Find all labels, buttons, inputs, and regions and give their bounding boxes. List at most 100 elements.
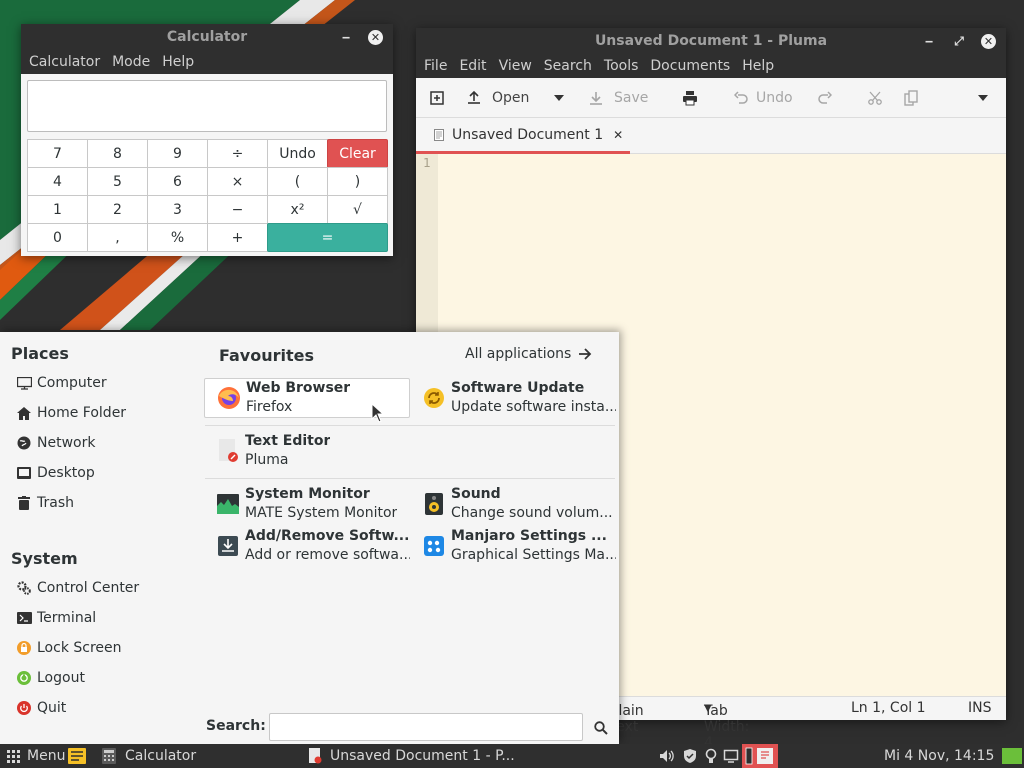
calc-key[interactable]: ,	[87, 223, 148, 252]
task-label: Calculator	[125, 748, 197, 764]
gear-icon	[16, 580, 32, 596]
system-lock-screen[interactable]: Lock Screen	[16, 637, 122, 659]
calc-key[interactable]: 1	[27, 195, 88, 224]
favourite-add-remove-software[interactable]: Add/Remove Softw... Add or remove softwa.…	[204, 526, 410, 566]
calc-key[interactable]: −	[207, 195, 268, 224]
power-icon	[16, 700, 32, 716]
menu-tools[interactable]: Tools	[598, 58, 645, 74]
calc-key[interactable]: %	[147, 223, 208, 252]
calc-key[interactable]: 3	[147, 195, 208, 224]
menu-documents[interactable]: Documents	[644, 58, 736, 74]
close-button[interactable]: ✕	[981, 34, 996, 49]
pluma-titlebar[interactable]: Unsaved Document 1 - Pluma ‒ ⤢ ✕	[416, 28, 1006, 54]
calc-key[interactable]: ÷	[207, 139, 268, 168]
calc-key[interactable]: 0	[27, 223, 88, 252]
undo-key[interactable]: Undo	[267, 139, 328, 168]
open-button[interactable]: Open	[466, 78, 529, 118]
favourite-desc: Pluma	[245, 452, 289, 468]
tab-close-icon[interactable]: ✕	[613, 128, 623, 142]
calc-key[interactable]: 5	[87, 167, 148, 196]
cut-button[interactable]	[868, 78, 882, 118]
menu-search[interactable]: Search	[538, 58, 598, 74]
launcher-notes[interactable]	[68, 744, 86, 768]
save-button[interactable]: Save	[588, 78, 648, 118]
favourite-text-editor[interactable]: Text Editor Pluma	[204, 431, 410, 471]
place-desktop[interactable]: Desktop	[16, 462, 95, 484]
tab-unsaved-document-1[interactable]: Unsaved Document 1 ✕	[416, 118, 630, 154]
minimize-button[interactable]: ‒	[920, 32, 938, 50]
new-document-button[interactable]	[430, 78, 444, 118]
favourite-system-monitor[interactable]: System Monitor MATE System Monitor	[204, 484, 410, 524]
task-calculator[interactable]: Calculator	[102, 744, 196, 768]
save-label: Save	[614, 89, 649, 106]
favourite-software-update[interactable]: Software Update Update software insta...	[410, 378, 616, 418]
calc-key[interactable]: x²	[267, 195, 328, 224]
place-trash[interactable]: Trash	[16, 492, 74, 514]
calc-key[interactable]: (	[267, 167, 328, 196]
favourite-manjaro-settings[interactable]: Manjaro Settings ... Graphical Settings M…	[410, 526, 616, 566]
clear-key[interactable]: Clear	[327, 139, 388, 168]
calc-key[interactable]: 8	[87, 139, 148, 168]
minimize-button[interactable]: ‒	[337, 28, 355, 46]
security-tray-button[interactable]	[682, 744, 698, 768]
calc-key[interactable]: ×	[207, 167, 268, 196]
calc-key[interactable]: 7	[27, 139, 88, 168]
calc-key[interactable]: 4	[27, 167, 88, 196]
calc-key[interactable]: 2	[87, 195, 148, 224]
volume-tray-button[interactable]	[659, 744, 675, 768]
toolbar-overflow-button[interactable]	[978, 78, 988, 118]
menu-calculator[interactable]: Calculator	[23, 54, 106, 70]
text-editor-icon	[309, 748, 322, 764]
undo-button[interactable]: Undo	[734, 78, 793, 118]
undo-label: Undo	[756, 89, 793, 106]
calc-key[interactable]: )	[327, 167, 388, 196]
calc-key[interactable]: 6	[147, 167, 208, 196]
calc-key[interactable]: 9	[147, 139, 208, 168]
menu-mode[interactable]: Mode	[106, 54, 156, 70]
terminal-icon	[16, 610, 32, 626]
system-logout[interactable]: Logout	[16, 667, 85, 689]
place-home-folder[interactable]: Home Folder	[16, 402, 126, 424]
redshift-tray-button[interactable]	[703, 744, 719, 768]
equals-key[interactable]: =	[267, 223, 388, 252]
maximize-button[interactable]: ⤢	[950, 32, 968, 50]
close-button[interactable]: ✕	[368, 30, 383, 45]
calculator-display[interactable]	[27, 80, 387, 132]
system-quit[interactable]: Quit	[16, 697, 66, 719]
system-terminal[interactable]: Terminal	[16, 607, 96, 629]
application-menu: Places Computer Home Folder Network Desk…	[0, 332, 619, 744]
workspace-switcher[interactable]	[742, 744, 778, 768]
menu-edit[interactable]: Edit	[453, 58, 492, 74]
place-network[interactable]: Network	[16, 432, 95, 454]
computer-icon	[16, 375, 32, 391]
copy-button[interactable]	[904, 78, 918, 118]
system-control-center[interactable]: Control Center	[16, 577, 139, 599]
display-tray-button[interactable]	[723, 744, 739, 768]
favourites-separator	[205, 478, 615, 479]
calc-key[interactable]: √	[327, 195, 388, 224]
place-computer[interactable]: Computer	[16, 372, 107, 394]
save-icon	[590, 91, 602, 105]
open-dropdown-button[interactable]	[554, 78, 564, 118]
task-pluma[interactable]: Unsaved Document 1 - P...	[308, 744, 515, 768]
scissors-icon	[868, 91, 882, 105]
all-applications-button[interactable]: All applications	[465, 346, 592, 362]
menu-help[interactable]: Help	[736, 58, 780, 74]
calculator-titlebar[interactable]: Calculator ‒ ✕	[21, 24, 393, 50]
menu-help[interactable]: Help	[156, 54, 200, 70]
redo-icon	[818, 90, 832, 104]
redo-button[interactable]	[818, 78, 832, 118]
print-button[interactable]	[682, 78, 698, 118]
show-desktop-button[interactable]	[1002, 744, 1022, 768]
search-icon[interactable]	[594, 721, 608, 735]
text-editor-icon	[216, 439, 240, 463]
favourite-desc: Update software insta...	[451, 399, 616, 415]
menu-file[interactable]: File	[418, 58, 453, 74]
calc-key[interactable]: +	[207, 223, 268, 252]
favourite-sound[interactable]: Sound Change sound volum...	[410, 484, 616, 524]
search-input[interactable]	[269, 713, 583, 741]
places-heading: Places	[11, 344, 69, 363]
menu-view[interactable]: View	[493, 58, 538, 74]
clock[interactable]: Mi 4 Nov, 14:15	[884, 744, 994, 768]
menu-button[interactable]: Menu	[6, 744, 65, 768]
